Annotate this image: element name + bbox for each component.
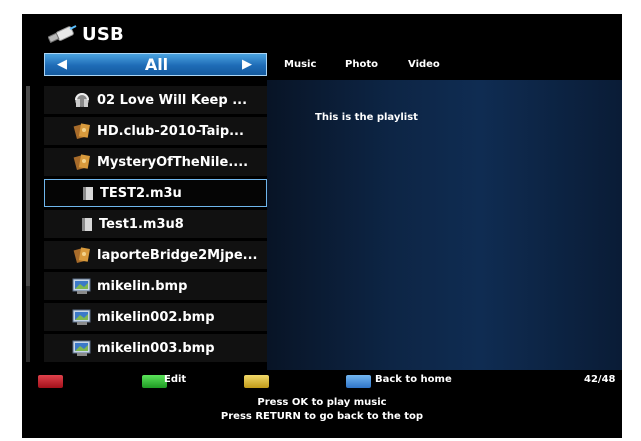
preview-panel: [267, 80, 622, 370]
video-file-icon: [72, 122, 92, 140]
image-file-icon: [72, 339, 92, 357]
file-name: mikelin002.bmp: [97, 309, 215, 325]
video-file-icon: [72, 153, 92, 171]
file-row[interactable]: mikelin003.bmp: [44, 334, 267, 362]
file-name: 02 Love Will Keep ...: [97, 92, 248, 108]
page-count: 42/48: [584, 374, 616, 385]
image-file-icon: [72, 308, 92, 326]
file-row[interactable]: 02 Love Will Keep ...: [44, 86, 267, 114]
file-row[interactable]: mikelin002.bmp: [44, 303, 267, 331]
file-name: mikelin.bmp: [97, 278, 188, 294]
music-file-icon: [72, 91, 92, 109]
file-name: HD.club-2010-Taip...: [97, 123, 244, 139]
file-name: laporteBridge2Mjpe...: [97, 247, 258, 263]
playlist-file-icon: [80, 215, 94, 233]
blue-key-button[interactable]: [346, 375, 371, 388]
page-title: USB: [82, 24, 124, 45]
preview-text: This is the playlist: [315, 112, 418, 123]
file-name: TEST2.m3u: [100, 185, 182, 201]
file-row[interactable]: MysteryOfTheNile....: [44, 148, 267, 176]
file-name: MysteryOfTheNile....: [97, 154, 249, 170]
file-row-selected[interactable]: TEST2.m3u: [44, 179, 267, 207]
file-row[interactable]: Test1.m3u8: [44, 210, 267, 238]
playlist-file-icon: [81, 184, 95, 202]
blue-key-label: Back to home: [375, 374, 452, 385]
tab-music[interactable]: Music: [284, 59, 316, 70]
green-key-label: Edit: [164, 374, 187, 385]
hint-return: Press RETURN to go back to the top: [220, 411, 424, 422]
video-file-icon: [72, 246, 92, 264]
filter-selector[interactable]: ◀ All ▶: [44, 53, 267, 76]
hint-play: Press OK to play music: [257, 397, 387, 408]
media-browser-screen: USB ◀ All ▶ Music Photo Video This is th…: [22, 14, 622, 438]
scrollbar-thumb[interactable]: [26, 86, 30, 286]
footer-keys: [22, 370, 622, 390]
scrollbar[interactable]: [26, 86, 30, 362]
tab-photo[interactable]: Photo: [345, 59, 378, 70]
image-file-icon: [72, 277, 92, 295]
file-row[interactable]: HD.club-2010-Taip...: [44, 117, 267, 145]
arrow-right-icon[interactable]: ▶: [242, 57, 252, 72]
file-name: Test1.m3u8: [99, 216, 184, 232]
usb-stick-icon: [47, 24, 78, 44]
red-key-button[interactable]: [38, 375, 63, 388]
tab-video[interactable]: Video: [408, 59, 440, 70]
file-row[interactable]: laporteBridge2Mjpe...: [44, 241, 267, 269]
file-row[interactable]: mikelin.bmp: [44, 272, 267, 300]
file-name: mikelin003.bmp: [97, 340, 215, 356]
header: USB: [22, 14, 622, 54]
filter-current-label: All: [144, 55, 169, 74]
yellow-key-button[interactable]: [244, 375, 269, 388]
